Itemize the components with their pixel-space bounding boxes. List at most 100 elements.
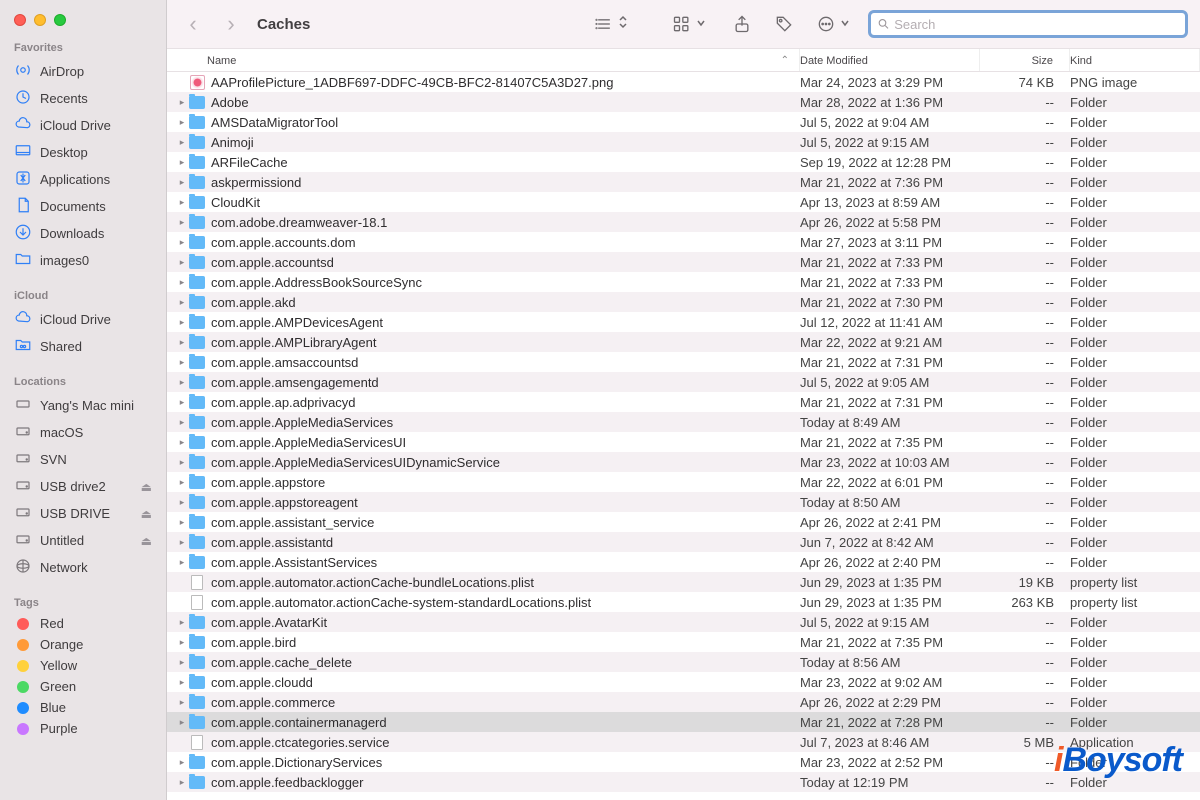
sidebar-item-usb-drive[interactable]: USB DRIVE⏏ — [0, 500, 166, 527]
sidebar-item-icloud-drive[interactable]: iCloud Drive — [0, 306, 166, 333]
disclosure-icon[interactable]: ▸ — [175, 437, 189, 448]
sidebar-item-yellow[interactable]: Yellow — [0, 655, 166, 676]
file-row[interactable]: ▸com.apple.appstoreagentToday at 8:50 AM… — [167, 492, 1200, 512]
zoom-icon[interactable] — [54, 14, 66, 26]
file-list[interactable]: AAProfilePicture_1ADBF697-DDFC-49CB-BFC2… — [167, 72, 1200, 800]
sidebar-item-usb-drive2[interactable]: USB drive2⏏ — [0, 473, 166, 500]
sidebar-item-desktop[interactable]: Desktop — [0, 139, 166, 166]
disclosure-icon[interactable]: ▸ — [175, 157, 189, 168]
disclosure-icon[interactable]: ▸ — [175, 257, 189, 268]
disclosure-icon[interactable]: ▸ — [175, 557, 189, 568]
file-row[interactable]: ▸com.apple.commerceApr 26, 2022 at 2:29 … — [167, 692, 1200, 712]
file-row[interactable]: ▸com.apple.AMPLibraryAgentMar 22, 2022 a… — [167, 332, 1200, 352]
file-row[interactable]: ▸com.apple.AMPDevicesAgentJul 12, 2022 a… — [167, 312, 1200, 332]
disclosure-icon[interactable]: ▸ — [175, 677, 189, 688]
file-row[interactable]: com.apple.automator.actionCache-bundleLo… — [167, 572, 1200, 592]
disclosure-icon[interactable]: ▸ — [175, 237, 189, 248]
disclosure-icon[interactable]: ▸ — [175, 657, 189, 668]
file-row[interactable]: ▸com.apple.AppleMediaServicesUIMar 21, 2… — [167, 432, 1200, 452]
share-button[interactable] — [726, 10, 758, 38]
sidebar-item-images0[interactable]: images0 — [0, 247, 166, 274]
file-row[interactable]: ▸com.apple.AppleMediaServicesUIDynamicSe… — [167, 452, 1200, 472]
file-row[interactable]: com.apple.ctcategories.serviceJul 7, 202… — [167, 732, 1200, 752]
disclosure-icon[interactable]: ▸ — [175, 357, 189, 368]
file-row[interactable]: ▸com.apple.accounts.domMar 27, 2023 at 3… — [167, 232, 1200, 252]
tag-button[interactable] — [768, 10, 800, 38]
file-row[interactable]: ▸com.apple.assistant_serviceApr 26, 2022… — [167, 512, 1200, 532]
forward-button[interactable]: › — [217, 11, 245, 37]
file-row[interactable]: ▸AMSDataMigratorToolJul 5, 2022 at 9:04 … — [167, 112, 1200, 132]
eject-icon[interactable]: ⏏ — [141, 534, 152, 548]
disclosure-icon[interactable]: ▸ — [175, 457, 189, 468]
action-chevron-icon[interactable] — [840, 15, 850, 33]
disclosure-icon[interactable]: ▸ — [175, 497, 189, 508]
eject-icon[interactable]: ⏏ — [141, 480, 152, 494]
file-row[interactable]: ▸com.apple.amsengagementdJul 5, 2022 at … — [167, 372, 1200, 392]
sidebar-item-icloud-drive[interactable]: iCloud Drive — [0, 112, 166, 139]
action-button[interactable] — [810, 10, 842, 38]
file-row[interactable]: ▸AdobeMar 28, 2022 at 1:36 PM--Folder — [167, 92, 1200, 112]
view-chevron-icon[interactable] — [618, 14, 628, 35]
disclosure-icon[interactable]: ▸ — [175, 697, 189, 708]
file-row[interactable]: ▸com.apple.cache_deleteToday at 8:56 AM-… — [167, 652, 1200, 672]
col-kind[interactable]: Kind — [1070, 49, 1200, 71]
file-row[interactable]: ▸com.apple.feedbackloggerToday at 12:19 … — [167, 772, 1200, 792]
disclosure-icon[interactable]: ▸ — [175, 517, 189, 528]
disclosure-icon[interactable]: ▸ — [175, 217, 189, 228]
file-row[interactable]: ▸CloudKitApr 13, 2023 at 8:59 AM--Folder — [167, 192, 1200, 212]
disclosure-icon[interactable]: ▸ — [175, 637, 189, 648]
file-row[interactable]: ▸com.adobe.dreamweaver-18.1Apr 26, 2022 … — [167, 212, 1200, 232]
sidebar-item-green[interactable]: Green — [0, 676, 166, 697]
file-row[interactable]: ▸com.apple.ap.adprivacydMar 21, 2022 at … — [167, 392, 1200, 412]
sidebar-item-macos[interactable]: macOS — [0, 419, 166, 446]
search-field[interactable] — [868, 10, 1188, 38]
sidebar-item-shared[interactable]: Shared — [0, 333, 166, 360]
disclosure-icon[interactable]: ▸ — [175, 397, 189, 408]
col-date[interactable]: Date Modified — [800, 49, 980, 71]
file-row[interactable]: com.apple.automator.actionCache-system-s… — [167, 592, 1200, 612]
disclosure-icon[interactable]: ▸ — [175, 477, 189, 488]
disclosure-icon[interactable]: ▸ — [175, 137, 189, 148]
eject-icon[interactable]: ⏏ — [141, 507, 152, 521]
minimize-icon[interactable] — [34, 14, 46, 26]
file-row[interactable]: ▸com.apple.appstoreMar 22, 2022 at 6:01 … — [167, 472, 1200, 492]
sidebar-item-downloads[interactable]: Downloads — [0, 220, 166, 247]
disclosure-icon[interactable]: ▸ — [175, 717, 189, 728]
disclosure-icon[interactable]: ▸ — [175, 177, 189, 188]
sidebar-item-applications[interactable]: Applications — [0, 166, 166, 193]
file-row[interactable]: ▸com.apple.AppleMediaServicesToday at 8:… — [167, 412, 1200, 432]
file-row[interactable]: ▸com.apple.accountsdMar 21, 2022 at 7:33… — [167, 252, 1200, 272]
col-name[interactable]: Name⌃ — [167, 49, 800, 71]
file-row[interactable]: ▸com.apple.AssistantServicesApr 26, 2022… — [167, 552, 1200, 572]
disclosure-icon[interactable]: ▸ — [175, 417, 189, 428]
disclosure-icon[interactable]: ▸ — [175, 337, 189, 348]
disclosure-icon[interactable]: ▸ — [175, 277, 189, 288]
file-row[interactable]: ▸com.apple.AddressBookSourceSyncMar 21, … — [167, 272, 1200, 292]
file-row[interactable]: ▸com.apple.AvatarKitJul 5, 2022 at 9:15 … — [167, 612, 1200, 632]
file-row[interactable]: ▸ARFileCacheSep 19, 2022 at 12:28 PM--Fo… — [167, 152, 1200, 172]
sidebar-item-svn[interactable]: SVN — [0, 446, 166, 473]
col-size[interactable]: Size — [980, 49, 1070, 71]
view-list-button[interactable] — [588, 10, 620, 38]
disclosure-icon[interactable]: ▸ — [175, 117, 189, 128]
file-row[interactable]: ▸com.apple.containermanagerdMar 21, 2022… — [167, 712, 1200, 732]
sidebar-item-orange[interactable]: Orange — [0, 634, 166, 655]
sidebar-item-blue[interactable]: Blue — [0, 697, 166, 718]
sidebar-item-red[interactable]: Red — [0, 613, 166, 634]
file-row[interactable]: AAProfilePicture_1ADBF697-DDFC-49CB-BFC2… — [167, 72, 1200, 92]
file-row[interactable]: ▸com.apple.DictionaryServicesMar 23, 202… — [167, 752, 1200, 772]
back-button[interactable]: ‹ — [179, 11, 207, 37]
file-row[interactable]: ▸com.apple.assistantdJun 7, 2022 at 8:42… — [167, 532, 1200, 552]
disclosure-icon[interactable]: ▸ — [175, 777, 189, 788]
group-chevron-icon[interactable] — [696, 15, 706, 33]
sidebar-item-network[interactable]: Network — [0, 554, 166, 581]
file-row[interactable]: ▸com.apple.amsaccountsdMar 21, 2022 at 7… — [167, 352, 1200, 372]
close-icon[interactable] — [14, 14, 26, 26]
file-row[interactable]: ▸com.apple.birdMar 21, 2022 at 7:35 PM--… — [167, 632, 1200, 652]
search-input[interactable] — [894, 17, 1179, 32]
disclosure-icon[interactable]: ▸ — [175, 537, 189, 548]
sidebar-item-airdrop[interactable]: AirDrop — [0, 58, 166, 85]
disclosure-icon[interactable]: ▸ — [175, 757, 189, 768]
disclosure-icon[interactable]: ▸ — [175, 197, 189, 208]
disclosure-icon[interactable]: ▸ — [175, 317, 189, 328]
